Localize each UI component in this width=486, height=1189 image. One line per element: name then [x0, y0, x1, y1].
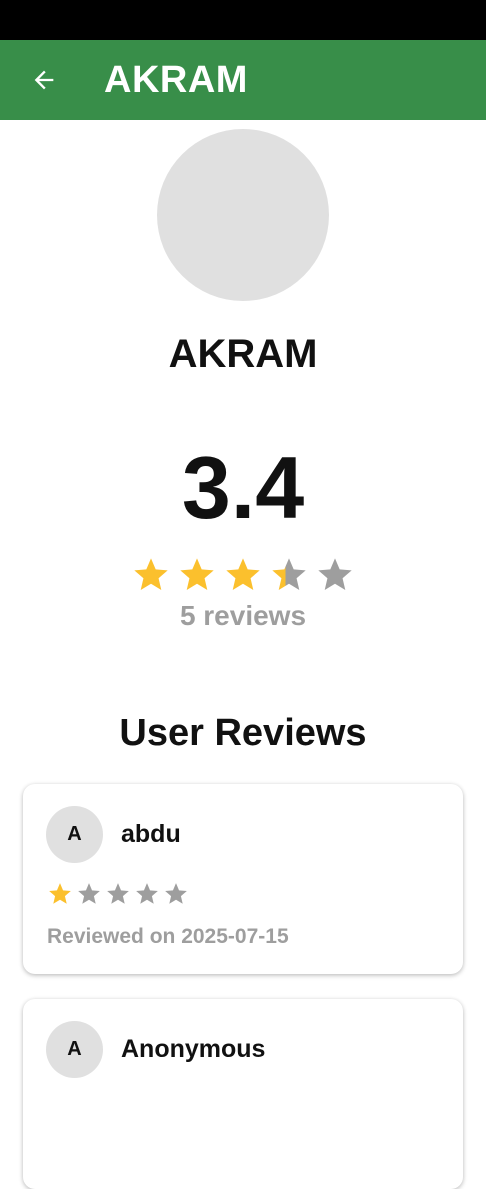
app-bar-title: AKRAM: [104, 59, 248, 101]
average-rating: 3.4: [181, 438, 305, 537]
arrow-left-icon: [34, 70, 54, 90]
status-bar: [0, 0, 486, 40]
star-filled-icon: [49, 883, 71, 904]
profile-name: AKRAM: [168, 332, 318, 376]
star-empty-icon: [165, 883, 187, 904]
review-card: A abdu Reviewed on 2025-07-15: [23, 784, 463, 974]
back-button[interactable]: [24, 60, 64, 100]
review-card: A Anonymous: [23, 999, 463, 1189]
review-count: 5 reviews: [179, 600, 307, 631]
average-rating-stars: [131, 555, 357, 595]
reviewer-avatar: A: [46, 806, 103, 863]
profile-avatar: [157, 129, 329, 301]
review-stars: [47, 881, 189, 907]
reviewer-avatar: A: [46, 1021, 103, 1078]
star-empty-icon: [107, 883, 129, 904]
star-filled-icon: [134, 558, 168, 590]
star-empty-icon: [78, 883, 100, 904]
star-half-icon: [272, 558, 306, 590]
star-filled-icon: [226, 558, 260, 590]
star-empty-icon: [136, 883, 158, 904]
star-filled-icon: [180, 558, 214, 590]
review-date: Reviewed on 2025-07-15: [47, 925, 289, 948]
reviewer-name: abdu: [121, 820, 181, 848]
app-bar: AKRAM: [0, 40, 486, 120]
star-empty-icon: [318, 558, 352, 590]
user-reviews-heading: User Reviews: [119, 712, 367, 754]
reviewer-name: Anonymous: [121, 1035, 266, 1063]
